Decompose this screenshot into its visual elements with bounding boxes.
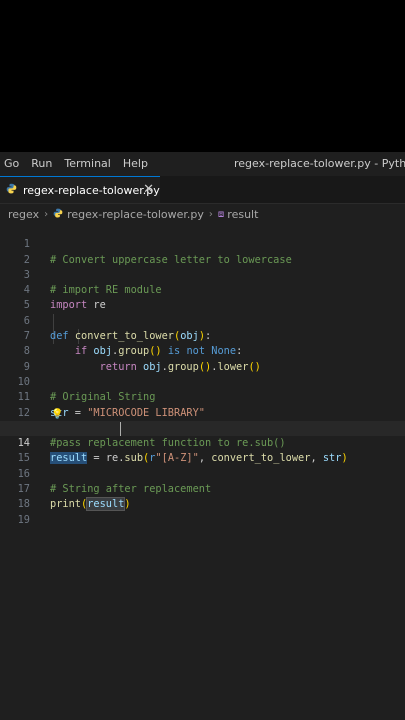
- menu-bar: Go Run Terminal Help regex-replace-tolow…: [0, 152, 405, 176]
- code-line: 16 # String after replacement: [0, 452, 405, 495]
- code-line: 6 def convert_to_lower(obj):: [0, 299, 405, 342]
- tab-regex-replace-tolower[interactable]: regex-replace-tolower.py ✕: [0, 176, 160, 203]
- code-line: 9: [0, 344, 405, 373]
- python-file-icon: [53, 208, 67, 221]
- code-line: 19: [0, 497, 405, 526]
- code-line: 18: [0, 482, 405, 510]
- menu-run[interactable]: Run: [25, 152, 58, 176]
- code-line: 10 # Original String: [0, 360, 405, 403]
- code-line: 1 # Convert uppercase letter to lowercas…: [0, 222, 405, 265]
- line-number: 19: [17, 513, 30, 526]
- tab-bar: regex-replace-tolower.py ✕: [0, 176, 405, 204]
- code-line: 2: [0, 237, 405, 266]
- code-line-active: 14 result = re.sub(r"[A-Z]", convert_to_…: [0, 420, 405, 465]
- chevron-right-icon: ›: [44, 208, 49, 220]
- video-letterbox-top: [0, 0, 405, 152]
- code-line: 3 # import RE module: [0, 253, 405, 296]
- code-line: 13 #pass replacement function to re.sub(…: [0, 406, 405, 450]
- code-line: 5: [0, 283, 405, 311]
- menu-terminal[interactable]: Terminal: [58, 152, 117, 176]
- close-icon[interactable]: ✕: [143, 182, 154, 197]
- code-editor[interactable]: 1 # Convert uppercase letter to lowercas…: [0, 221, 405, 720]
- python-file-icon: [6, 183, 17, 197]
- code-line: 12: [0, 390, 405, 419]
- lightbulb-icon[interactable]: 💡: [51, 407, 63, 422]
- variable-symbol-icon: ⧈: [217, 208, 225, 220]
- code-line: 8 return obj.group().lower(): [0, 329, 405, 372]
- code-line: 17 print(result): [0, 467, 405, 512]
- menu-help[interactable]: Help: [117, 152, 154, 176]
- menu-go[interactable]: Go: [0, 152, 25, 176]
- breadcrumb-folder[interactable]: regex: [0, 208, 39, 221]
- chevron-right-icon: ›: [208, 208, 213, 220]
- code-line: 7 if obj.group() is not None:: [0, 314, 405, 357]
- code-line: 11 str = "MICROCODE LIBRARY": [0, 375, 405, 418]
- breadcrumb-symbol[interactable]: result: [227, 208, 258, 221]
- breadcrumb-file[interactable]: regex-replace-tolower.py: [67, 208, 204, 221]
- code-line: 15: [0, 436, 405, 464]
- text-cursor: [120, 421, 121, 436]
- tab-label: regex-replace-tolower.py: [23, 183, 160, 197]
- code-line: 4 import re: [0, 268, 405, 311]
- window-title: regex-replace-tolower.py - Python-Tuto: [234, 157, 405, 170]
